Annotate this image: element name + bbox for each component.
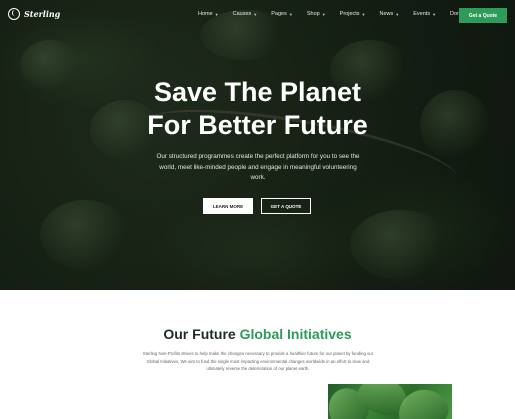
menu-item-home[interactable]: Home ▼ <box>198 11 219 17</box>
menu-label: Pages <box>271 11 287 17</box>
brand-name: Sterling <box>24 9 61 19</box>
menu-label: Causes <box>232 11 252 17</box>
chevron-down-icon: ▼ <box>395 11 400 17</box>
hero-title-line1: Save The Planet <box>153 77 362 107</box>
menu-item-shop[interactable]: Shop ▼ <box>307 11 326 17</box>
chevron-down-icon: ▼ <box>214 11 219 17</box>
menu-item-pages[interactable]: Pages ▼ <box>271 11 293 17</box>
chevron-down-icon: ▼ <box>432 11 437 17</box>
menu-label: Shop <box>306 11 320 17</box>
chevron-down-icon: ▼ <box>253 11 258 17</box>
hero-subtitle: Our structured programmes create the per… <box>156 153 360 181</box>
menu-item-projects[interactable]: Projects ▼ <box>340 11 366 17</box>
learn-more-button[interactable]: LEARN MORE <box>203 198 253 214</box>
hero-title: Save The Planet For Better Future <box>0 76 515 142</box>
menu-label: Home <box>198 11 213 17</box>
top-navigation: Sterling Home ▼ Causes ▼ Pages ▼ Shop ▼ Proj… <box>0 0 515 30</box>
hero-overlay <box>0 0 515 290</box>
brand-logo[interactable]: Sterling <box>8 8 60 20</box>
image-left-panel <box>270 384 328 419</box>
get-a-quote-button[interactable]: Get a Quote <box>459 8 507 23</box>
chevron-down-icon: ▼ <box>321 11 326 17</box>
leaves-image <box>270 384 452 419</box>
section-description: Sterling Non-Profits strives to help mak… <box>142 351 374 371</box>
leaf-logo-icon <box>8 8 20 20</box>
chevron-down-icon: ▼ <box>288 11 293 17</box>
menu-item-causes[interactable]: Causes ▼ <box>233 11 258 17</box>
section-title-plain: Our Future <box>163 326 236 342</box>
menu-item-events[interactable]: Events ▼ <box>413 11 436 17</box>
menu-label: News <box>379 11 394 17</box>
hero-section <box>0 0 515 290</box>
section-title-accent: Global Initiatives <box>239 326 352 342</box>
section-title: Our Future Global Initiatives <box>0 326 515 342</box>
hero-title-line2: For Better Future <box>147 110 368 140</box>
menu-label: Events <box>413 11 431 17</box>
main-menu: Home ▼ Causes ▼ Pages ▼ Shop ▼ Projects ▼ New… <box>198 11 488 17</box>
menu-item-news[interactable]: News ▼ <box>380 11 400 17</box>
chevron-down-icon: ▼ <box>361 11 366 17</box>
image-leaves <box>320 384 452 419</box>
hero-get-a-quote-button[interactable]: GET A QUOTE <box>261 198 311 214</box>
menu-label: Projects <box>339 11 360 17</box>
